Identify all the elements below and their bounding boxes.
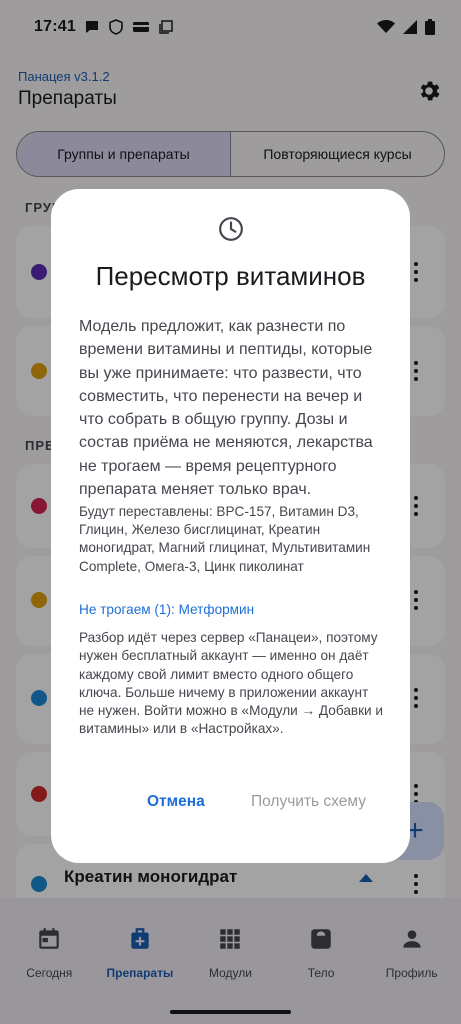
get-schedule-button[interactable]: Получить схему [251, 793, 366, 811]
dialog-body-text: Модель предложит, как разнести по времен… [79, 318, 373, 499]
vitamin-review-dialog: Пересмотр витаминов Модель предложит, ка… [51, 189, 410, 863]
clock-icon [219, 217, 243, 241]
cancel-button[interactable]: Отмена [147, 793, 205, 811]
dialog-account-note: Разбор идёт через сервер «Панацеи», поэт… [79, 630, 384, 737]
dialog-affected-list: Будут переставлены: BPC-157, Витамин D3,… [79, 504, 371, 574]
dialog-title: Пересмотр витаминов [95, 261, 366, 291]
dialog-untouched-link[interactable]: Не трогаем (1): Метформин [79, 602, 384, 617]
